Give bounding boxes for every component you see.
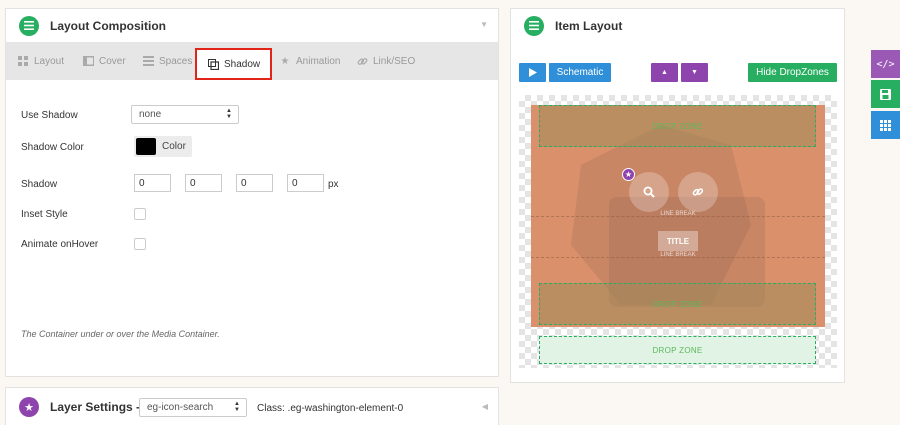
line-break-2: LINE BREAK [531,252,825,264]
code-icon: </> [876,58,895,70]
item-layout-panel: Item Layout Schematic ▲ ▼ Hide DropZones… [510,8,845,383]
media-container: DROP ZONE ★ LINE BREAK TITLE LINE BREAK … [531,105,825,327]
layout-tabs: Layout Cover Spaces Shadow ★ Animation L… [6,42,498,80]
color-button-label: Color [162,141,186,152]
tab-animation-label: Animation [296,55,341,67]
shadow-blur-input[interactable]: 0 [236,174,273,192]
play-icon [528,68,537,77]
link-element[interactable] [678,172,718,212]
tab-layout[interactable]: Layout [17,42,64,80]
item-layout-header: Item Layout [511,9,844,42]
layout-composition-panel: Layout Composition ▼ Layout Cover Spaces [5,8,499,377]
drop-zone-middle-label: DROP ZONE [652,299,703,309]
shadow-x-input[interactable]: 0 [134,174,171,192]
shadow-x-value: 0 [139,177,145,189]
spaces-icon [142,55,154,67]
move-up-button[interactable]: ▲ [651,63,678,82]
layer-settings-title: Layer Settings - [50,400,141,414]
drop-zone-top[interactable]: DROP ZONE [539,105,816,147]
shadow-unit: px [328,179,339,190]
hide-dropzones-label: Hide DropZones [756,67,829,78]
tab-spaces-label: Spaces [159,55,193,67]
expand-caret-icon[interactable]: ◀ [482,402,488,411]
shadow-y-value: 0 [190,177,196,189]
animate-onhover-checkbox[interactable] [134,238,146,250]
color-swatch [136,138,156,155]
grid-icon [880,119,891,131]
line-break-2-label: LINE BREAK [660,252,696,258]
arrow-down-icon: ▼ [691,69,698,76]
drop-zone-bottom-label: DROP ZONE [652,345,703,355]
use-shadow-value: none [139,109,162,120]
move-down-button[interactable]: ▼ [681,63,708,82]
layout-composition-header[interactable]: Layout Composition ▼ [6,9,498,42]
inset-style-label: Inset Style [21,209,68,220]
grid-view-button[interactable] [871,111,900,139]
title-element-label: TITLE [666,236,690,246]
layout-composition-title: Layout Composition [50,18,166,33]
inset-style-checkbox[interactable] [134,208,146,220]
tab-shadow-label: Shadow [224,58,261,70]
link-icon [692,188,704,196]
collapse-caret-icon[interactable]: ▼ [480,20,488,29]
search-icon [643,186,655,198]
shadow-blur-value: 0 [241,177,247,189]
item-preview-canvas: DROP ZONE ★ LINE BREAK TITLE LINE BREAK … [519,95,837,368]
layer-settings-header[interactable]: ★ Layer Settings - eg-icon-search ▲ ▼ Cla… [6,388,498,425]
drop-zone-bottom[interactable]: DROP ZONE [539,336,816,364]
tab-link-seo[interactable]: Link/SEO [356,42,415,80]
tab-spaces[interactable]: Spaces [142,42,192,80]
shadow-color-label: Shadow Color [21,142,84,153]
star-icon: ★ [280,55,290,67]
select-caret-icon: ▲ ▼ [226,108,232,120]
hide-dropzones-button[interactable]: Hide DropZones [748,63,837,82]
use-shadow-select[interactable]: none ▲ ▼ [131,105,239,124]
item-layout-title: Item Layout [555,18,623,33]
arrow-up-icon: ▲ [661,69,668,76]
title-element[interactable]: TITLE [658,231,698,251]
cover-icon [82,55,94,67]
drop-zone-middle[interactable]: DROP ZONE [539,283,816,325]
animate-onhover-label: Animate onHover [21,239,99,250]
shadow-icon [207,58,219,70]
grid-icon [17,55,29,67]
use-shadow-label: Use Shadow [21,110,78,121]
shadow-spread-input[interactable]: 0 [287,174,324,192]
search-element[interactable] [629,172,669,212]
shadow-y-input[interactable]: 0 [185,174,222,192]
select-caret-icon: ▲ ▼ [234,401,240,413]
shadow-spread-value: 0 [292,177,298,189]
menu-icon [524,15,544,36]
tab-cover-label: Cover [99,55,126,67]
tab-animation[interactable]: ★ Animation [279,42,341,80]
layer-icon-select[interactable]: eg-icon-search ▲ ▼ [139,398,247,417]
link-icon [356,55,368,67]
selected-star-badge: ★ [622,168,635,181]
shadow-label: Shadow [21,179,58,190]
play-button[interactable] [519,63,546,82]
shadow-help-note: The Container under or over the Media Co… [21,329,220,339]
layer-settings-panel: ★ Layer Settings - eg-icon-search ▲ ▼ Cla… [5,387,499,425]
code-view-button[interactable]: </> [871,50,900,78]
layer-icon-select-value: eg-icon-search [147,402,214,413]
line-break-1: LINE BREAK [531,211,825,223]
color-picker-button[interactable]: Color [134,136,192,157]
tab-cover[interactable]: Cover [82,42,126,80]
save-icon [880,88,891,100]
layer-class-text: Class: .eg-washington-element-0 [257,403,404,414]
save-button[interactable] [871,80,900,108]
schematic-button[interactable]: Schematic [549,63,611,82]
line-break-1-label: LINE BREAK [660,211,696,217]
schematic-label: Schematic [556,67,604,78]
tab-shadow[interactable]: Shadow [195,48,273,80]
menu-icon [19,15,39,36]
tab-link-seo-label: Link/SEO [373,55,416,67]
tab-layout-label: Layout [34,55,65,67]
drop-zone-top-label: DROP ZONE [652,121,703,131]
star-icon: ★ [19,397,39,417]
